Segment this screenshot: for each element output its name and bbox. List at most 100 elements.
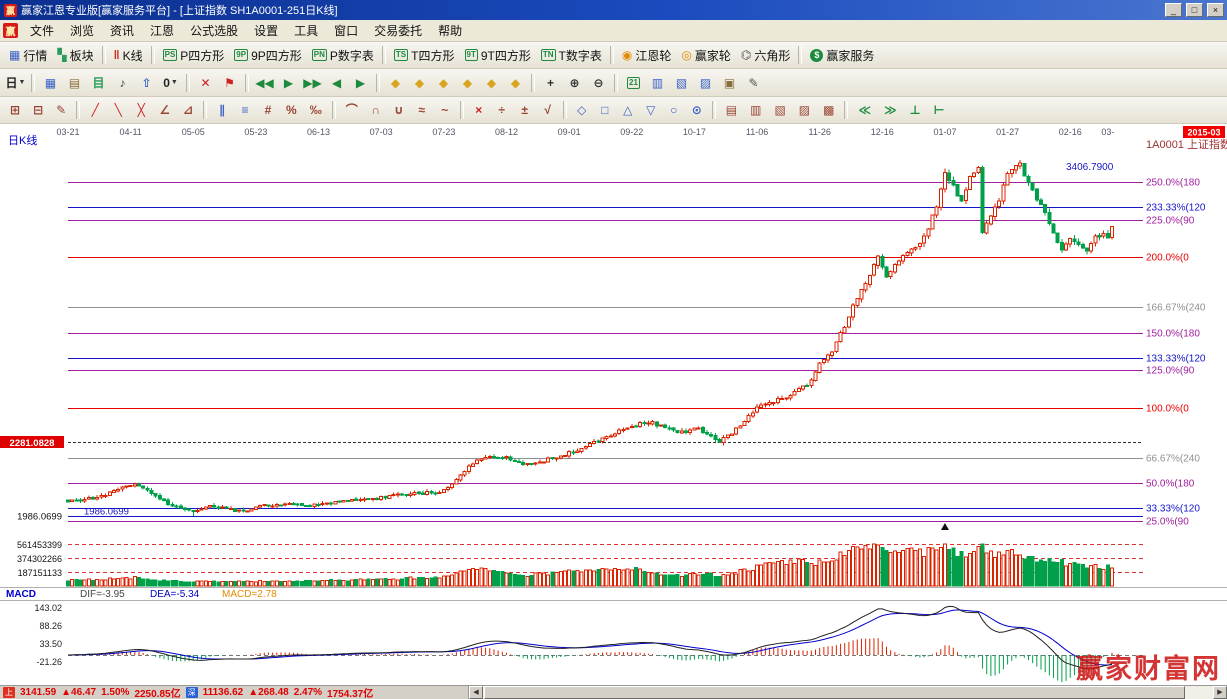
draw-parallel-button[interactable]: ∥ bbox=[211, 100, 233, 121]
gann-diamond-2-button[interactable]: ◆ bbox=[408, 72, 431, 94]
board-window-button[interactable]: ▦ bbox=[39, 72, 62, 94]
gann-diamond-4-button[interactable]: ◆ bbox=[456, 72, 479, 94]
f10-info-button[interactable]: 目 bbox=[87, 72, 110, 94]
menu-browse[interactable]: 浏览 bbox=[62, 20, 102, 41]
scroll-right-button[interactable]: ▶ bbox=[1213, 686, 1227, 699]
hexagon-button[interactable]: ⌬六角形 bbox=[736, 46, 796, 65]
draw-line-up-button[interactable]: ╱ bbox=[84, 100, 106, 121]
draw-fill-h-button[interactable]: ▤ bbox=[720, 100, 743, 121]
draw-arc-up-button[interactable]: ∩ bbox=[365, 100, 387, 121]
draw-arc-down-button[interactable]: ∪ bbox=[388, 100, 410, 121]
info-panel-button[interactable]: ▤ bbox=[63, 72, 86, 94]
horizontal-scrollbar[interactable]: ◀ ▶ bbox=[468, 686, 1227, 699]
sh-index-price[interactable]: 3141.59 bbox=[20, 687, 56, 698]
sz-index-price[interactable]: 11136.62 bbox=[203, 687, 244, 698]
draw-line-down-button[interactable]: ╲ bbox=[107, 100, 129, 121]
gann-diamond-3-button[interactable]: ◆ bbox=[432, 72, 455, 94]
save-image-button[interactable]: ▣ bbox=[718, 72, 741, 94]
menu-gann[interactable]: 江恩 bbox=[142, 20, 182, 41]
scrollbar-track[interactable] bbox=[483, 686, 1213, 699]
zoom-in-button[interactable]: ⊕ bbox=[563, 72, 586, 94]
draw-grid-lines-button[interactable]: # bbox=[257, 100, 279, 121]
t-table-button[interactable]: TNT数字表 bbox=[536, 46, 607, 65]
winner-wheel-button[interactable]: ◎赢家轮 bbox=[676, 46, 736, 65]
draw-select-button[interactable]: ⊞ bbox=[4, 100, 26, 121]
menu-window[interactable]: 窗口 bbox=[326, 20, 366, 41]
period-daily-button[interactable]: 日▼ bbox=[4, 72, 27, 94]
delete-tool-button[interactable]: ✕ bbox=[194, 72, 217, 94]
9t-square-button[interactable]: 9T9T四方形 bbox=[460, 46, 536, 65]
draw-expand-button[interactable]: ≫ bbox=[878, 100, 903, 121]
gann-diamond-1-button[interactable]: ◆ bbox=[384, 72, 407, 94]
jump-start-button[interactable]: ◀◀ bbox=[253, 72, 276, 94]
draw-vertical-ref-button[interactable]: ⊥ bbox=[904, 100, 927, 121]
send-top-button[interactable]: ⇧ bbox=[135, 72, 158, 94]
draw-angle-button[interactable]: ∠ bbox=[153, 100, 176, 121]
maximize-button[interactable]: □ bbox=[1186, 3, 1203, 17]
draw-tri-down-button[interactable]: ▽ bbox=[640, 100, 662, 121]
jump-end-button[interactable]: ▶▶ bbox=[301, 72, 324, 94]
t-square-button[interactable]: TST四方形 bbox=[389, 46, 460, 65]
menu-trade[interactable]: 交易委托 bbox=[366, 20, 430, 41]
sectors-button[interactable]: ▚板块 bbox=[52, 46, 98, 65]
draw-fill-d1-button[interactable]: ▧ bbox=[768, 100, 791, 121]
gann-diamond-5-button[interactable]: ◆ bbox=[480, 72, 503, 94]
draw-horizontal-ref-button[interactable]: ⊢ bbox=[928, 100, 951, 121]
menu-formula-picker[interactable]: 公式选股 bbox=[182, 20, 246, 41]
draw-erase-button[interactable]: ⊟ bbox=[27, 100, 49, 121]
draw-arc-button[interactable]: ⌒ bbox=[340, 100, 364, 121]
draw-tri-up-button[interactable]: △ bbox=[617, 100, 639, 121]
menu-help[interactable]: 帮助 bbox=[430, 20, 470, 41]
draw-fill-v-button[interactable]: ▥ bbox=[744, 100, 767, 121]
mark-flag-button[interactable]: ⚑ bbox=[218, 72, 241, 94]
chart-grid-button[interactable]: ▨ bbox=[694, 72, 717, 94]
kline-chart[interactable]: 250.0%(180233.33%(120225.0%(90200.0%(016… bbox=[0, 124, 1227, 685]
draw-fill-d2-button[interactable]: ▨ bbox=[793, 100, 816, 121]
draw-circle-dot-button[interactable]: ⊙ bbox=[686, 100, 708, 121]
draw-pencil-button[interactable]: ✎ bbox=[50, 100, 72, 121]
step-back-button[interactable]: ◀ bbox=[325, 72, 348, 94]
draw-permille-button[interactable]: ‰ bbox=[304, 100, 328, 121]
draw-cross-mark-button[interactable]: × bbox=[468, 100, 490, 121]
scrollbar-thumb[interactable] bbox=[484, 686, 1185, 699]
draw-line-cross-button[interactable]: ╳ bbox=[130, 100, 152, 121]
draw-divide-button[interactable]: ÷ bbox=[491, 100, 513, 121]
restore-mode-button[interactable]: 0▼ bbox=[159, 72, 182, 94]
chart-area[interactable]: 250.0%(180233.33%(120225.0%(90200.0%(016… bbox=[0, 124, 1227, 685]
print-button[interactable]: ✎ bbox=[742, 72, 765, 94]
titlebar[interactable]: 赢 赢家江恩专业版[赢家服务平台] - [上证指数 SH1A0001-251日K… bbox=[0, 0, 1227, 20]
menu-tools[interactable]: 工具 bbox=[286, 20, 326, 41]
alert-sound-button[interactable]: ♪ bbox=[111, 72, 134, 94]
chart-report-button[interactable]: ▧ bbox=[670, 72, 693, 94]
menu-file[interactable]: 文件 bbox=[22, 20, 62, 41]
draw-channel-button[interactable]: ≡ bbox=[234, 100, 256, 121]
draw-percent-button[interactable]: % bbox=[280, 100, 303, 121]
zoom-out-button[interactable]: ⊖ bbox=[587, 72, 610, 94]
draw-square-button[interactable]: □ bbox=[594, 100, 616, 121]
draw-fill-grid-button[interactable]: ▩ bbox=[817, 100, 840, 121]
crosshair-button[interactable]: + bbox=[539, 72, 562, 94]
step-forward-button[interactable]: ▶ bbox=[349, 72, 372, 94]
draw-root-button[interactable]: √ bbox=[537, 100, 559, 121]
gann-wheel-button[interactable]: ◉江恩轮 bbox=[617, 46, 677, 65]
close-button[interactable]: × bbox=[1207, 3, 1224, 17]
minimize-button[interactable]: _ bbox=[1165, 3, 1182, 17]
kline-button[interactable]: ‖K线 bbox=[109, 46, 148, 65]
menu-settings[interactable]: 设置 bbox=[246, 20, 286, 41]
calendar-21-button[interactable]: 21 bbox=[622, 72, 645, 94]
menu-news[interactable]: 资讯 bbox=[102, 20, 142, 41]
draw-diamond-button[interactable]: ◇ bbox=[571, 100, 593, 121]
scroll-left-button[interactable]: ◀ bbox=[469, 686, 483, 699]
p-table-button[interactable]: PNP数字表 bbox=[307, 46, 379, 65]
draw-wave-button[interactable]: ≈ bbox=[411, 100, 433, 121]
draw-cycle-button[interactable]: ~ bbox=[434, 100, 456, 121]
quotes-button[interactable]: ▦行情 bbox=[4, 46, 52, 65]
draw-circle-button[interactable]: ○ bbox=[663, 100, 685, 121]
9p-square-button[interactable]: 9P9P四方形 bbox=[229, 46, 306, 65]
play-button[interactable]: ▶ bbox=[277, 72, 300, 94]
p-square-button[interactable]: PSP四方形 bbox=[158, 46, 230, 65]
draw-plusminus-button[interactable]: ± bbox=[514, 100, 536, 121]
winner-service-button[interactable]: $赢家服务 bbox=[805, 46, 879, 65]
chart-board-button[interactable]: ▥ bbox=[646, 72, 669, 94]
draw-compress-button[interactable]: ≪ bbox=[852, 100, 877, 121]
